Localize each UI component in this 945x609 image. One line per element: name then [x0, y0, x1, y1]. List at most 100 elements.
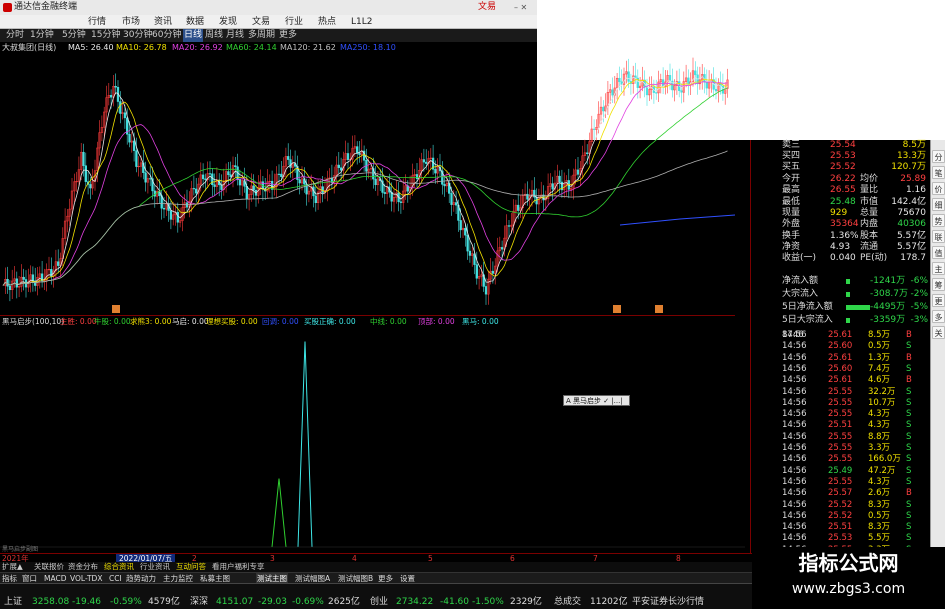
- depth-price: 25.52: [830, 162, 856, 172]
- period-intraday[interactable]: 分时: [6, 29, 24, 42]
- tick-time: 14:56: [782, 386, 807, 397]
- sz-amount: 2625亿: [328, 597, 360, 607]
- stat-label-2: 流通: [860, 241, 879, 252]
- depth-price: 25.53: [830, 151, 856, 161]
- tick-side: S: [906, 476, 912, 487]
- tick-price: 25.55: [828, 409, 853, 420]
- depth-label: 买五: [782, 162, 801, 172]
- period-multi[interactable]: 多周期: [248, 29, 275, 42]
- tick-time: 14:56: [782, 533, 807, 544]
- tick-time: 14:56: [782, 352, 807, 363]
- tick-time: 14:56: [782, 397, 807, 408]
- period-monthly[interactable]: 月线: [226, 29, 244, 42]
- cy-label[interactable]: 创业: [370, 594, 388, 609]
- menu-item-discover[interactable]: 发现: [219, 15, 237, 29]
- period-toolbar: 分时 1分钟 5分钟 15分钟 30分钟 60分钟 日线 周线 月线 多周期 更…: [0, 29, 537, 42]
- tick-side: S: [906, 533, 912, 544]
- event-marker: [112, 305, 120, 313]
- watermark-title: 指标公式网: [798, 551, 899, 575]
- tick-list[interactable]: 14:56 25.61 8.5万 B 14:56 25.60 0.5万 S 14:56 25.61…: [782, 330, 930, 555]
- stat-label: 最低: [782, 196, 801, 207]
- period-60min[interactable]: 60分钟: [152, 29, 181, 42]
- indicator-tabs: 指标 窗口 MACD VOL-TDX CCI 趋势动力 主力监控 私募主图 测试…: [0, 572, 780, 584]
- tab-qa[interactable]: 互动问答: [176, 562, 206, 572]
- candle-body: [238, 179, 242, 186]
- candle-body: [192, 188, 196, 190]
- menu-bar: 行情 市场 资讯 数据 发现 文易 行业 热点 L1L2: [0, 15, 537, 29]
- tick-price: 25.55: [828, 476, 853, 487]
- sidebar-tab-1[interactable]: 笔: [932, 166, 945, 179]
- period-15min[interactable]: 15分钟: [91, 29, 120, 42]
- candlestick-chart[interactable]: 23.0022.0021.0020.0019.0018.0017.0016.00: [0, 53, 735, 315]
- stat-value-2: 25.89: [900, 174, 926, 184]
- sidebar-tab-11[interactable]: 关: [932, 326, 945, 339]
- sh-label[interactable]: 上证: [4, 594, 22, 609]
- period-more[interactable]: 更多: [279, 29, 297, 42]
- flow-bar: [846, 292, 850, 297]
- tab-user-benefit[interactable]: 看用户福利专享: [212, 562, 265, 572]
- tick-volume: 32.2万: [868, 386, 896, 397]
- period-daily[interactable]: 日线: [183, 29, 204, 42]
- sidebar-tab-8[interactable]: 筹: [932, 278, 945, 291]
- stat-label: 今开: [782, 174, 801, 184]
- candle-body: [114, 85, 117, 88]
- flow-percent: -5%: [910, 302, 928, 312]
- ma250-label: MA250: 18.10: [340, 43, 396, 52]
- candle-body: [337, 164, 340, 168]
- tick-row: 14:56 25.51 8.3万 S: [782, 522, 930, 533]
- menu-item-industry[interactable]: 行业: [285, 15, 303, 29]
- menu-item-l1l2[interactable]: L1L2: [351, 15, 372, 29]
- sidebar-tab-6[interactable]: 值: [932, 246, 945, 259]
- flow-row: 5日大宗流入 -3359万 -3%: [782, 315, 930, 326]
- indicator-tooltip[interactable]: A 黑马启步 ✓ |...|: [563, 395, 630, 406]
- tick-side: S: [906, 522, 912, 533]
- menu-item-hot[interactable]: 热点: [318, 15, 336, 29]
- cy-amount: 2329亿: [510, 597, 542, 607]
- tick-row: 14:56 25.55 8.8万 S: [782, 432, 930, 443]
- menu-item-data[interactable]: 数据: [186, 15, 204, 29]
- period-weekly[interactable]: 周线: [205, 29, 223, 42]
- menu-item-trade[interactable]: 文易: [252, 15, 270, 29]
- stat-label-2: PE(动): [860, 253, 888, 264]
- candle-body: [119, 101, 122, 114]
- indicator-field-i: 顶部: 0.00: [418, 317, 455, 326]
- ma5-line: [2, 76, 728, 286]
- sz-label[interactable]: 深深: [190, 594, 208, 609]
- indicator-chart[interactable]: 1.201.101.000.900.800.700.600.500.400.30…: [0, 327, 780, 553]
- tick-volume: 1.3万: [868, 352, 891, 363]
- tick-volume: 4.3万: [868, 409, 891, 420]
- login-link[interactable]: 文易: [478, 0, 496, 15]
- period-30min[interactable]: 30分钟: [123, 29, 152, 42]
- sidebar-tab-3[interactable]: 细: [932, 198, 945, 211]
- tab-related[interactable]: 关联报价: [34, 562, 64, 572]
- tab-expand[interactable]: 扩展▲: [2, 562, 23, 572]
- candle-body: [298, 179, 301, 184]
- stat-row: 净资 4.93 流通 5.57亿: [782, 242, 930, 253]
- indicator-name[interactable]: 黑马启步(100,10): [2, 317, 64, 327]
- candle-body: [57, 261, 60, 266]
- candle-body: [551, 183, 554, 190]
- sidebar-tab-10[interactable]: 多: [932, 310, 945, 323]
- menu-item-quotes[interactable]: 行情: [88, 15, 106, 29]
- sidebar-tab-9[interactable]: 更: [932, 294, 945, 307]
- stat-value: 1.36%: [830, 230, 859, 241]
- period-5min[interactable]: 5分钟: [62, 29, 86, 42]
- tick-row: 14:56 25.51 4.3万 S: [782, 420, 930, 431]
- flow-bar: [846, 279, 850, 284]
- sidebar-tab-0[interactable]: 分: [932, 150, 945, 163]
- window-controls[interactable]: – ✕: [514, 2, 536, 13]
- tab-news[interactable]: 综合资讯: [104, 562, 134, 572]
- menu-item-market[interactable]: 市场: [122, 15, 140, 29]
- period-1min[interactable]: 1分钟: [30, 29, 54, 42]
- sidebar-tab-2[interactable]: 价: [932, 182, 945, 195]
- sidebar-tab-4[interactable]: 势: [932, 214, 945, 227]
- candle-body: [109, 94, 113, 98]
- ma20-label: MA20: 26.92: [172, 43, 223, 52]
- candle-body: [661, 79, 665, 87]
- flow-value: -3359万: [870, 315, 906, 325]
- sidebar-tab-5[interactable]: 联: [932, 230, 945, 243]
- tab-industry-news[interactable]: 行业资讯: [140, 562, 170, 572]
- menu-item-news[interactable]: 资讯: [154, 15, 172, 29]
- tab-fund-dist[interactable]: 资金分布: [68, 562, 98, 572]
- sidebar-tab-7[interactable]: 主: [932, 262, 945, 275]
